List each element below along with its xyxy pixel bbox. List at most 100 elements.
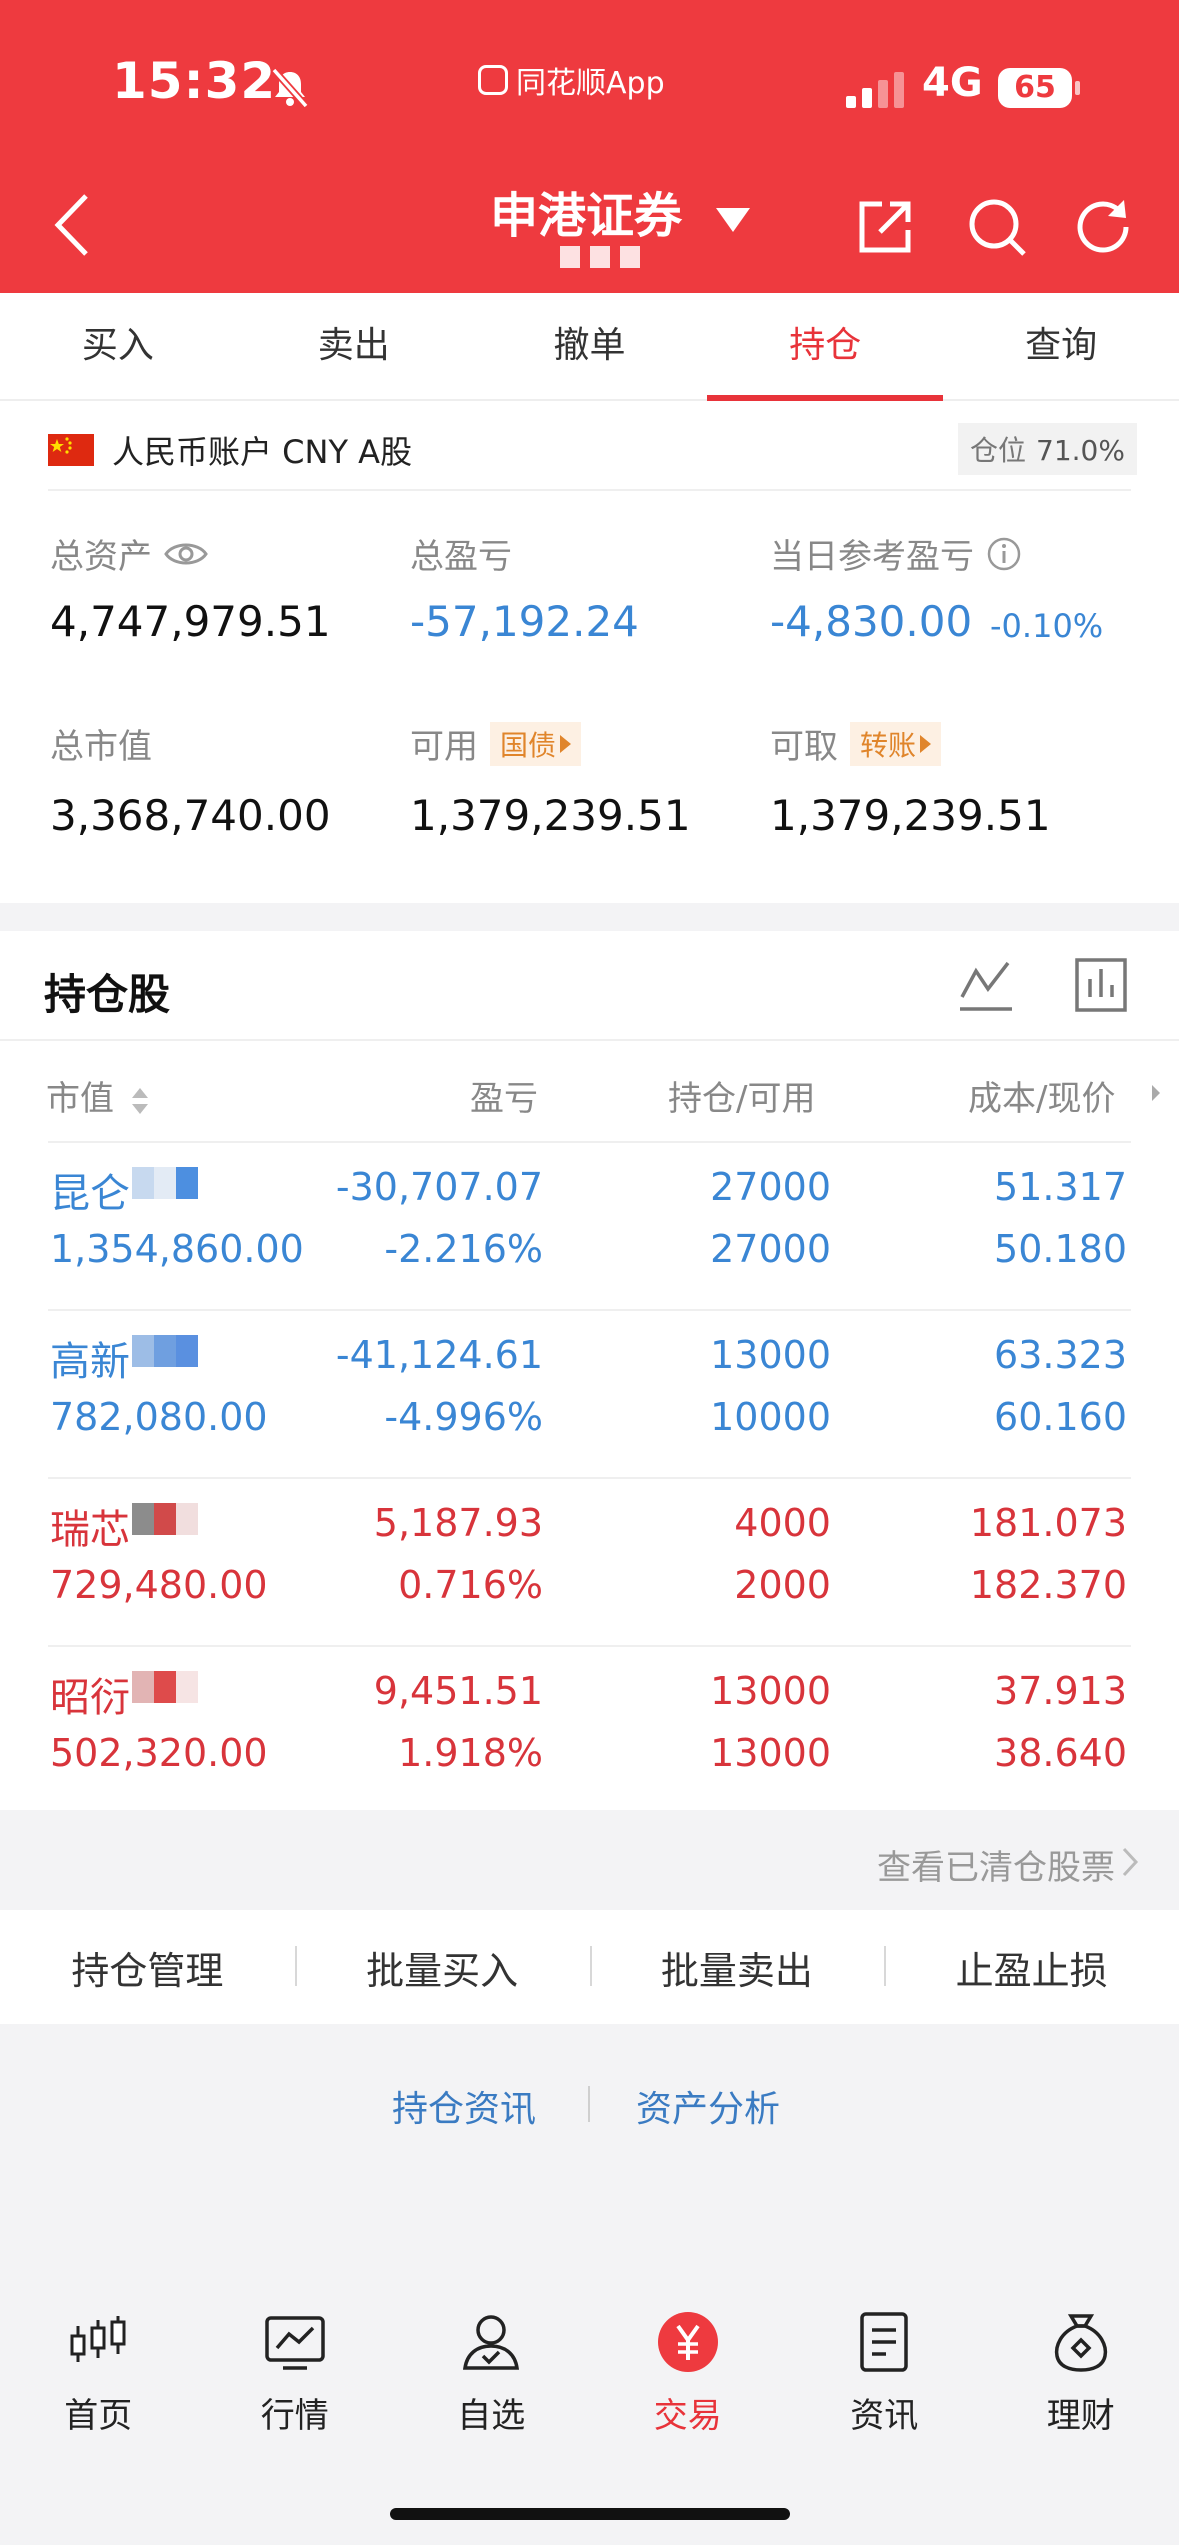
col-pl: 盈亏 bbox=[470, 1079, 538, 1119]
tag-arrow-icon bbox=[920, 734, 932, 753]
back-icon[interactable] bbox=[52, 192, 92, 258]
available-qty: 27000 bbox=[710, 1227, 831, 1271]
tab-buy[interactable]: 买入 bbox=[0, 293, 236, 399]
trend-line-icon[interactable] bbox=[958, 957, 1014, 1013]
pl-percent: 1.918% bbox=[398, 1731, 543, 1775]
name-mask bbox=[132, 1671, 198, 1703]
yuan-icon bbox=[657, 2312, 718, 2372]
bar-chart-icon[interactable] bbox=[1074, 957, 1128, 1013]
account-currency-label: 人民币账户 CNY A股 bbox=[112, 433, 413, 471]
chart-icon bbox=[265, 2316, 325, 2370]
holding-qty: 27000 bbox=[710, 1165, 831, 1209]
tag-arrow-icon bbox=[560, 734, 572, 753]
app-tag-label: 同花顺App bbox=[516, 66, 665, 101]
daily-pl-value: -4,830.00 bbox=[770, 597, 973, 646]
market-value: 1,354,860.00 bbox=[50, 1227, 304, 1271]
holdings-news-link[interactable]: 持仓资讯 bbox=[392, 2080, 536, 2132]
cost-price: 51.317 bbox=[994, 1165, 1127, 1209]
treasury-bond-tag[interactable]: 国债 bbox=[490, 721, 582, 766]
holding-qty: 13000 bbox=[710, 1333, 831, 1377]
nav-home[interactable]: 首页 bbox=[0, 2290, 197, 2440]
holdings-title: 持仓股 bbox=[44, 970, 171, 1019]
available-qty: 10000 bbox=[710, 1395, 831, 1439]
nav-trade[interactable]: 交易 bbox=[590, 2290, 787, 2440]
pl-amount: -30,707.07 bbox=[335, 1165, 543, 1209]
holdings-panel: 持仓股 市值 盈亏 持仓/可用 成本/现价 昆仑 1,354,860.00 -3… bbox=[0, 931, 1179, 1810]
table-row[interactable]: 高新 782,080.00 -41,124.61 -4.996% 13000 1… bbox=[0, 1311, 1179, 1479]
pl-amount: -41,124.61 bbox=[335, 1333, 543, 1377]
app-tag: 同花顺App bbox=[478, 58, 665, 102]
batch-buy-button[interactable]: 批量买入 bbox=[294, 1940, 590, 1995]
refresh-icon[interactable] bbox=[1072, 196, 1134, 258]
take-profit-stop-loss-button[interactable]: 止盈止损 bbox=[884, 1940, 1179, 1995]
available-qty: 13000 bbox=[710, 1731, 831, 1775]
network-label: 4G bbox=[922, 60, 983, 106]
col-scroll-arrow-icon[interactable] bbox=[1150, 1083, 1162, 1103]
market-value-value: 3,368,740.00 bbox=[50, 791, 331, 840]
tab-holdings[interactable]: 持仓 bbox=[707, 293, 943, 401]
share-icon[interactable] bbox=[856, 198, 914, 256]
available-label: 可用 国债 bbox=[410, 719, 582, 768]
account-selector[interactable]: 人民币账户 CNY A股 bbox=[48, 427, 412, 473]
nav-news[interactable]: 资讯 bbox=[786, 2290, 983, 2440]
table-row[interactable]: 昭衍 502,320.00 9,451.51 1.918% 13000 1300… bbox=[0, 1647, 1179, 1815]
broker-title[interactable]: 申港证券 bbox=[490, 176, 682, 246]
home-indicator bbox=[390, 2508, 790, 2520]
holdings-actions: 持仓管理 批量买入 批量卖出 止盈止损 bbox=[0, 1910, 1179, 2024]
market-value: 502,320.00 bbox=[50, 1731, 268, 1775]
money-bag-icon bbox=[1054, 2314, 1107, 2372]
holding-qty: 13000 bbox=[710, 1669, 831, 1713]
name-mask bbox=[132, 1503, 198, 1535]
nav-market[interactable]: 行情 bbox=[197, 2290, 394, 2440]
market-value: 729,480.00 bbox=[50, 1563, 268, 1607]
total-pl-value: -57,192.24 bbox=[410, 597, 639, 646]
transfer-tag[interactable]: 转账 bbox=[850, 721, 942, 766]
asset-analysis-link[interactable]: 资产分析 bbox=[636, 2080, 780, 2132]
user-icon bbox=[463, 2315, 520, 2370]
app-header: 15:32 同花顺App 4G 65 申港证券 bbox=[0, 0, 1179, 293]
cost-price: 37.913 bbox=[994, 1669, 1127, 1713]
table-row[interactable]: 昆仑 1,354,860.00 -30,707.07 -2.216% 27000… bbox=[0, 1143, 1179, 1311]
cleared-stocks-bar: 查看已清仓股票 bbox=[0, 1810, 1179, 1910]
battery-indicator: 65 bbox=[998, 68, 1080, 108]
search-icon[interactable] bbox=[966, 196, 1028, 258]
dropdown-triangle-icon[interactable] bbox=[714, 206, 752, 234]
cleared-stocks-link[interactable]: 查看已清仓股票 bbox=[877, 1840, 1115, 1889]
tab-sell[interactable]: 卖出 bbox=[236, 293, 472, 399]
position-value: 71.0% bbox=[1036, 434, 1125, 467]
status-time: 15:32 bbox=[112, 52, 277, 110]
batch-sell-button[interactable]: 批量卖出 bbox=[589, 1940, 885, 1995]
total-assets-value: 4,747,979.51 bbox=[50, 597, 331, 646]
manage-holdings-button[interactable]: 持仓管理 bbox=[0, 1940, 295, 1995]
table-row[interactable]: 瑞芯 729,480.00 5,187.93 0.716% 4000 2000 … bbox=[0, 1479, 1179, 1647]
tab-cancel[interactable]: 撤单 bbox=[472, 293, 708, 399]
nav-watchlist[interactable]: 自选 bbox=[393, 2290, 590, 2440]
pl-amount: 9,451.51 bbox=[373, 1669, 543, 1713]
name-mask bbox=[132, 1167, 198, 1199]
available-value: 1,379,239.51 bbox=[410, 791, 691, 840]
tab-query[interactable]: 查询 bbox=[943, 293, 1179, 399]
stock-name: 昭衍 bbox=[50, 1675, 130, 1721]
cost-price: 181.073 bbox=[969, 1501, 1127, 1545]
china-flag-icon bbox=[48, 434, 94, 466]
withdrawable-label: 可取 转账 bbox=[770, 719, 942, 768]
nav-wealth[interactable]: 理财 bbox=[983, 2290, 1179, 2440]
stock-name: 瑞芯 bbox=[50, 1507, 130, 1553]
col-cost-price: 成本/现价 bbox=[968, 1079, 1116, 1119]
current-price: 50.180 bbox=[994, 1227, 1127, 1271]
total-assets-label: 总资产 bbox=[50, 529, 208, 578]
chevron-right-icon[interactable] bbox=[1121, 1846, 1139, 1878]
eye-icon[interactable] bbox=[164, 539, 208, 569]
holding-qty: 4000 bbox=[734, 1501, 831, 1545]
position-badge: 仓位 71.0% bbox=[958, 423, 1137, 475]
info-icon[interactable] bbox=[986, 536, 1022, 572]
candlestick-icon bbox=[70, 2316, 126, 2362]
pl-percent: 0.716% bbox=[398, 1563, 543, 1607]
daily-pl-label: 当日参考盈亏 bbox=[770, 529, 1022, 578]
current-price: 60.160 bbox=[994, 1395, 1127, 1439]
cost-price: 63.323 bbox=[994, 1333, 1127, 1377]
col-market-value[interactable]: 市值 bbox=[46, 1071, 151, 1120]
pl-amount: 5,187.93 bbox=[373, 1501, 543, 1545]
current-price: 182.370 bbox=[969, 1563, 1127, 1607]
stock-name: 高新 bbox=[50, 1339, 130, 1385]
